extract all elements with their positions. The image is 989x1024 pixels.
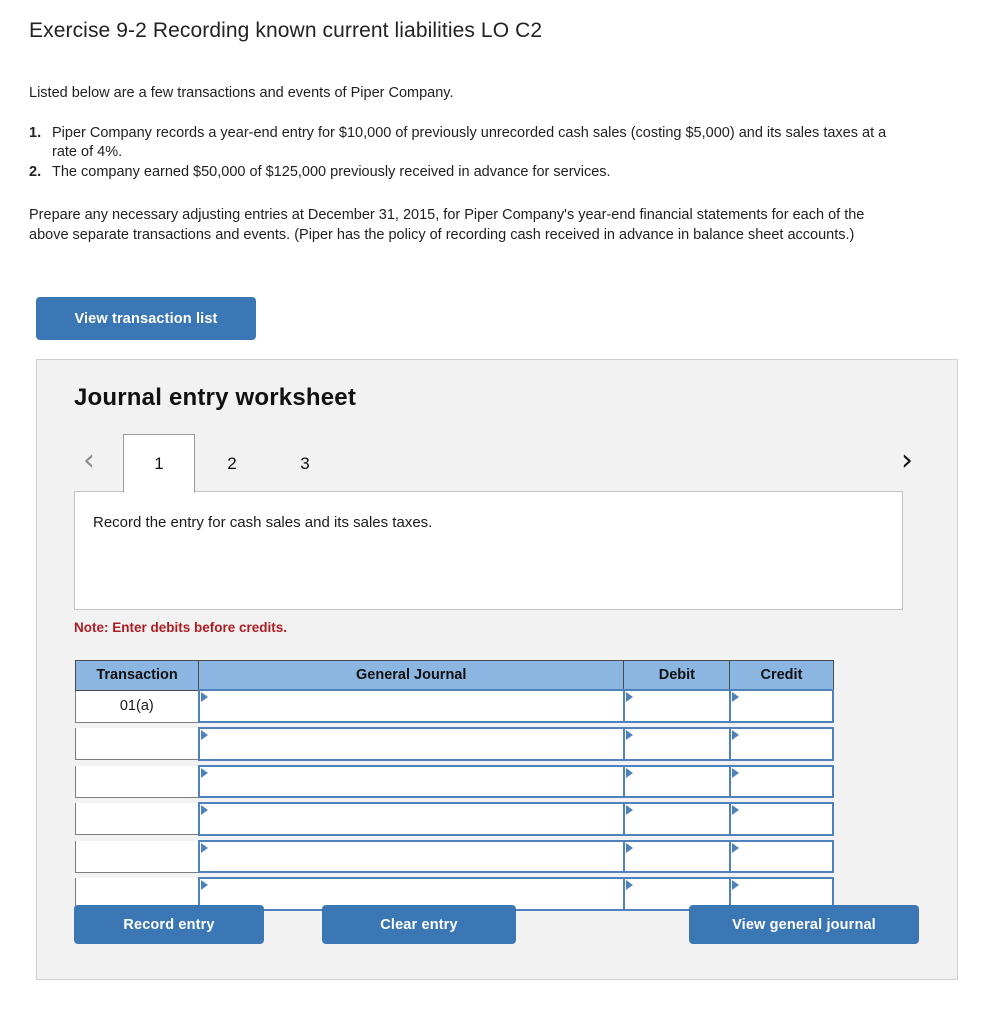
dropdown-arrow-icon xyxy=(625,767,633,778)
dropdown-arrow-icon xyxy=(200,692,208,702)
dropdown-arrow-icon xyxy=(731,880,739,890)
transaction-label xyxy=(74,803,200,835)
column-header-credit: Credit xyxy=(729,660,834,691)
tab-3[interactable]: 3 xyxy=(269,434,341,492)
dropdown-arrow-icon xyxy=(731,692,739,702)
transaction-label xyxy=(74,840,200,873)
table-row xyxy=(74,802,835,836)
transaction-label: 01(a) xyxy=(74,690,200,723)
intro-paragraph: Listed below are a few transactions and … xyxy=(29,85,454,101)
dropdown-arrow-icon xyxy=(625,880,633,890)
transactions-list: 1. Piper Company records a year-end entr… xyxy=(29,124,899,183)
list-item-text: Piper Company records a year-end entry f… xyxy=(52,125,887,160)
general-journal-input[interactable] xyxy=(197,764,625,798)
record-entry-button[interactable]: Record entry xyxy=(74,905,264,944)
dropdown-arrow-icon xyxy=(625,842,633,853)
dropdown-arrow-icon xyxy=(200,730,208,740)
column-header-general-journal: General Journal xyxy=(198,660,625,691)
list-item: 2. The company earned $50,000 of $125,00… xyxy=(29,163,899,182)
dropdown-arrow-icon xyxy=(200,805,208,815)
view-transaction-list-button[interactable]: View transaction list xyxy=(36,297,256,340)
credit-input[interactable] xyxy=(728,802,835,836)
list-item: 1. Piper Company records a year-end entr… xyxy=(29,124,899,162)
debit-input[interactable] xyxy=(622,839,731,873)
table-row xyxy=(74,764,835,798)
page-title: Exercise 9-2 Recording known current lia… xyxy=(29,19,543,42)
credit-input[interactable] xyxy=(728,727,835,761)
dropdown-arrow-icon xyxy=(625,730,633,740)
entry-instruction-text: Record the entry for cash sales and its … xyxy=(93,514,433,531)
worksheet-tabs: 1 2 3 xyxy=(123,434,342,493)
dropdown-arrow-icon xyxy=(731,730,739,740)
entry-instruction-box: Record the entry for cash sales and its … xyxy=(74,491,903,610)
prepare-instructions: Prepare any necessary adjusting entries … xyxy=(29,207,865,243)
general-journal-input[interactable] xyxy=(197,689,625,723)
general-journal-input[interactable] xyxy=(197,802,625,836)
debit-input[interactable] xyxy=(622,764,731,798)
journal-entry-worksheet-panel: Journal entry worksheet ‹ 1 2 3 › Record… xyxy=(36,359,958,980)
tab-1[interactable]: 1 xyxy=(123,434,195,493)
clear-entry-button[interactable]: Clear entry xyxy=(322,905,516,944)
list-item-marker: 1. xyxy=(29,125,42,141)
table-row xyxy=(74,839,835,873)
transaction-label xyxy=(74,728,200,760)
debit-input[interactable] xyxy=(622,689,731,723)
dropdown-arrow-icon xyxy=(200,842,208,853)
credit-input[interactable] xyxy=(728,689,835,723)
dropdown-arrow-icon xyxy=(625,692,633,702)
worksheet-tab-strip: ‹ 1 2 3 › xyxy=(74,434,922,493)
transaction-label xyxy=(74,765,200,798)
debit-input[interactable] xyxy=(622,802,731,836)
worksheet-title: Journal entry worksheet xyxy=(74,384,357,411)
column-header-debit: Debit xyxy=(623,660,731,691)
view-general-journal-button[interactable]: View general journal xyxy=(689,905,919,944)
dropdown-arrow-icon xyxy=(731,767,739,778)
table-row: 01(a) xyxy=(74,689,835,723)
journal-entry-table: Transaction General Journal Debit Credit… xyxy=(74,660,835,911)
general-journal-input[interactable] xyxy=(197,839,625,873)
credit-input[interactable] xyxy=(728,839,835,873)
dropdown-arrow-icon xyxy=(200,880,208,890)
debit-input[interactable] xyxy=(622,727,731,761)
table-row xyxy=(74,727,835,761)
dropdown-arrow-icon xyxy=(731,805,739,815)
list-item-marker: 2. xyxy=(29,164,42,180)
debits-before-credits-note: Note: Enter debits before credits. xyxy=(74,620,288,635)
column-header-transaction: Transaction xyxy=(74,660,200,691)
general-journal-input[interactable] xyxy=(197,727,625,761)
credit-input[interactable] xyxy=(728,764,835,798)
tab-2[interactable]: 2 xyxy=(196,434,268,492)
exercise-page: Exercise 9-2 Recording known current lia… xyxy=(0,0,989,1024)
chevron-left-icon[interactable]: ‹ xyxy=(74,439,104,483)
dropdown-arrow-icon xyxy=(200,767,208,778)
dropdown-arrow-icon xyxy=(731,842,739,853)
chevron-right-icon[interactable]: › xyxy=(892,439,922,483)
list-item-text: The company earned $50,000 of $125,000 p… xyxy=(52,164,611,180)
dropdown-arrow-icon xyxy=(625,805,633,815)
table-header-row: Transaction General Journal Debit Credit xyxy=(74,660,834,691)
